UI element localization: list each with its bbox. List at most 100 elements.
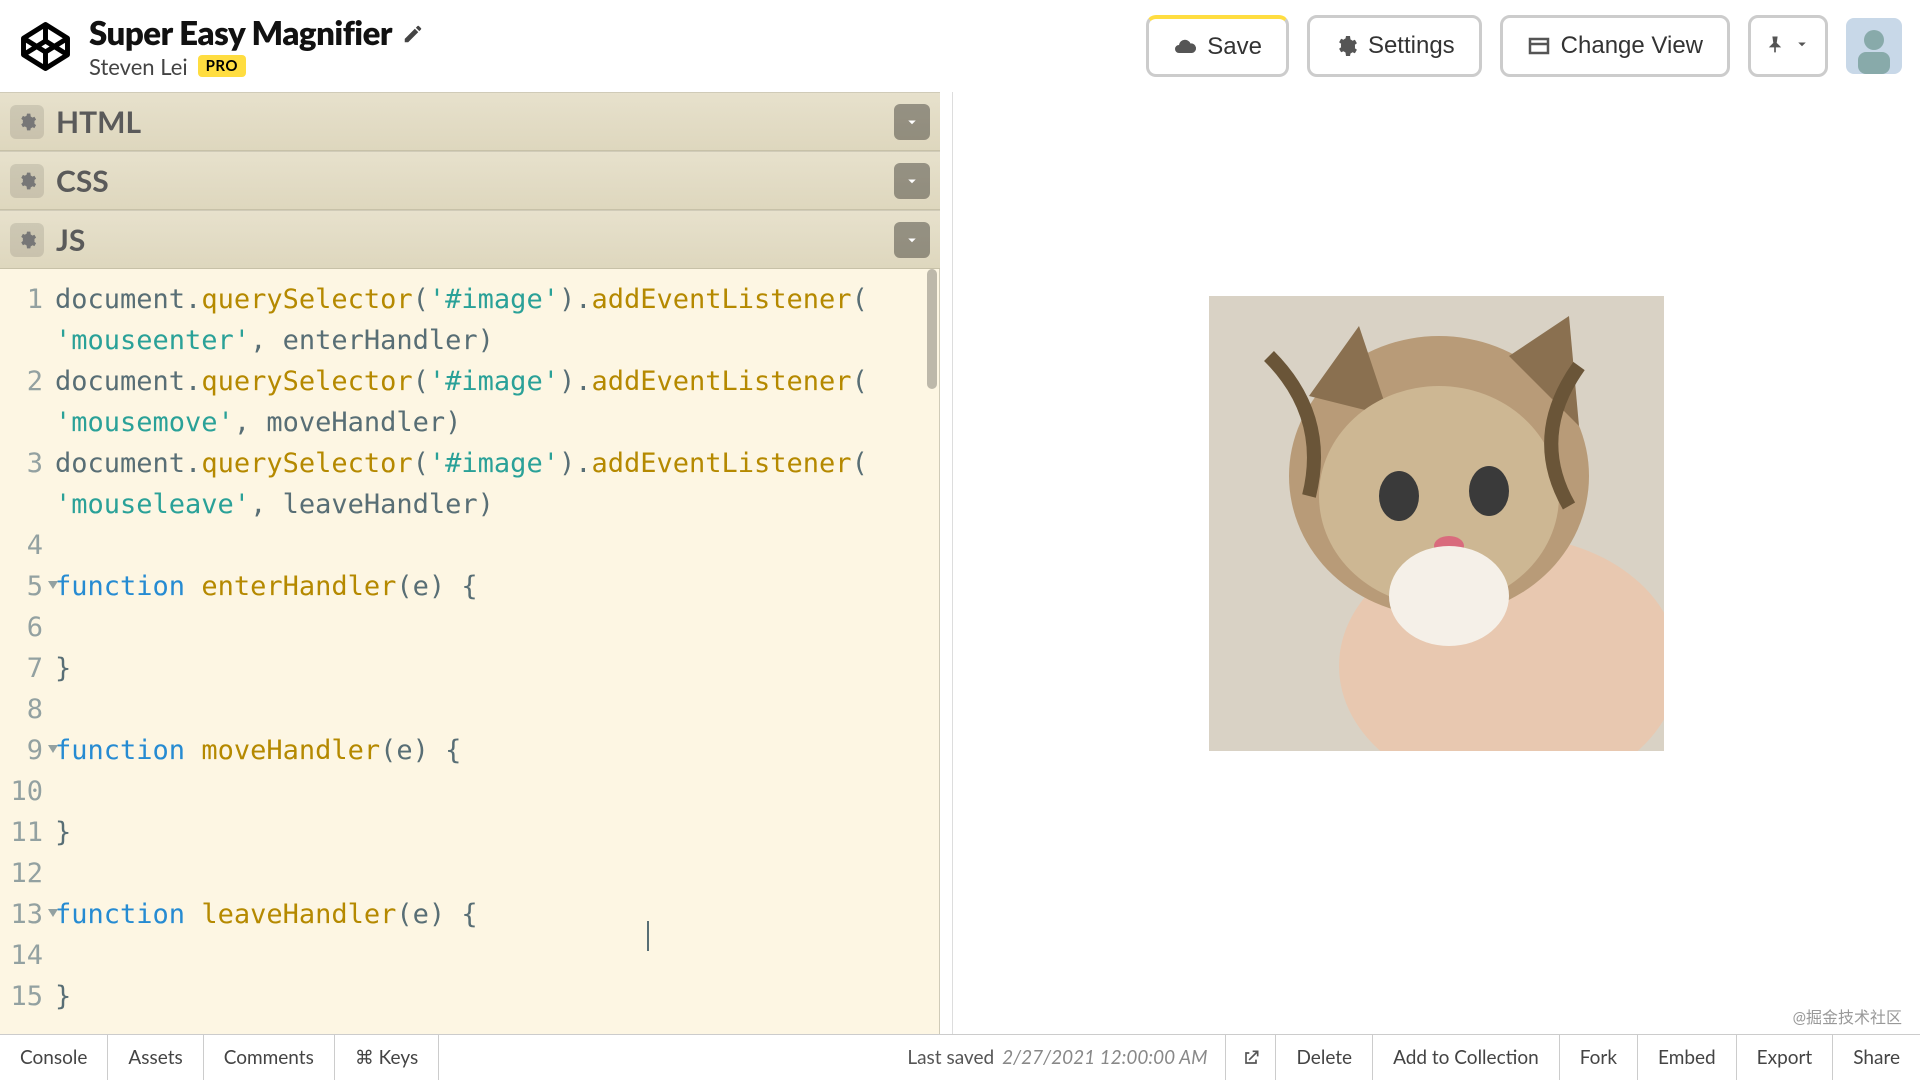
js-settings-icon[interactable] — [10, 223, 44, 257]
footer-bar: Console Assets Comments ⌘ Keys Last save… — [0, 1034, 1920, 1080]
author-name[interactable]: Steven Lei — [89, 53, 188, 80]
html-collapse-icon[interactable] — [894, 104, 930, 140]
code-line[interactable]: 13function leaveHandler(e) { — [0, 894, 939, 935]
html-panel: HTML — [0, 92, 940, 151]
watermark-text: @掘金技术社区 — [1793, 1004, 1902, 1028]
code-text[interactable]: function enterHandler(e) { — [55, 566, 478, 607]
code-text[interactable]: } — [55, 976, 71, 1017]
code-line[interactable]: 'mouseleave', leaveHandler) — [0, 484, 939, 525]
keys-button[interactable]: ⌘ Keys — [335, 1035, 439, 1080]
code-line[interactable]: 11} — [0, 812, 939, 853]
line-number: 4 — [0, 525, 55, 566]
preview-pane[interactable] — [952, 92, 1920, 1034]
code-text[interactable]: document.querySelector('#image').addEven… — [55, 279, 868, 320]
text-cursor — [647, 921, 649, 951]
saved-date: 2/27/2021 12:00:00 AM — [1002, 1046, 1207, 1069]
html-panel-title[interactable]: HTML — [56, 104, 894, 140]
html-settings-icon[interactable] — [10, 105, 44, 139]
settings-label: Settings — [1368, 32, 1455, 60]
js-panel-title[interactable]: JS — [56, 222, 894, 258]
chevron-down-icon — [1793, 35, 1811, 57]
embed-button[interactable]: Embed — [1637, 1035, 1736, 1080]
code-line[interactable]: 'mousemove', moveHandler) — [0, 402, 939, 443]
line-number: 12 — [0, 853, 55, 894]
gear-icon — [1334, 34, 1358, 58]
fold-arrow-icon[interactable] — [48, 909, 58, 917]
code-line[interactable]: 12 — [0, 853, 939, 894]
code-line[interactable]: 2document.querySelector('#image').addEve… — [0, 361, 939, 402]
code-line[interactable]: 9function moveHandler(e) { — [0, 730, 939, 771]
line-number: 9 — [0, 730, 55, 771]
line-number: 13 — [0, 894, 55, 935]
line-number: 11 — [0, 812, 55, 853]
pin-dropdown-button[interactable] — [1748, 15, 1828, 77]
save-label: Save — [1207, 33, 1262, 61]
js-collapse-icon[interactable] — [894, 222, 930, 258]
code-line[interactable]: 5function enterHandler(e) { — [0, 566, 939, 607]
code-line[interactable]: 7} — [0, 648, 939, 689]
line-number: 10 — [0, 771, 55, 812]
export-button[interactable]: Export — [1736, 1035, 1833, 1080]
share-button[interactable]: Share — [1832, 1035, 1920, 1080]
fold-arrow-icon[interactable] — [48, 745, 58, 753]
code-text[interactable]: } — [55, 812, 71, 853]
cloud-icon — [1173, 35, 1197, 59]
js-editor[interactable]: 1document.querySelector('#image').addEve… — [0, 269, 940, 1034]
change-view-button[interactable]: Change View — [1500, 15, 1730, 77]
share-popout-icon[interactable] — [1225, 1035, 1275, 1080]
code-text[interactable]: 'mouseenter', enterHandler) — [55, 320, 494, 361]
code-text[interactable]: 'mousemove', moveHandler) — [55, 402, 461, 443]
comments-button[interactable]: Comments — [204, 1035, 335, 1080]
line-number: 15 — [0, 976, 55, 1017]
pen-title[interactable]: Super Easy Magnifier — [89, 13, 1146, 53]
line-number: 8 — [0, 689, 55, 730]
code-text[interactable]: 'mouseleave', leaveHandler) — [55, 484, 494, 525]
css-panel: CSS — [0, 151, 940, 210]
fork-button[interactable]: Fork — [1559, 1035, 1637, 1080]
code-text[interactable]: document.querySelector('#image').addEven… — [55, 361, 868, 402]
last-saved-text: Last saved 2/27/2021 12:00:00 AM — [889, 1035, 1225, 1080]
line-number: 1 — [0, 279, 55, 320]
line-number: 2 — [0, 361, 55, 402]
line-number: 7 — [0, 648, 55, 689]
scrollbar-thumb[interactable] — [927, 269, 937, 389]
layout-icon — [1527, 34, 1551, 58]
save-button[interactable]: Save — [1146, 15, 1289, 77]
css-collapse-icon[interactable] — [894, 163, 930, 199]
settings-button[interactable]: Settings — [1307, 15, 1482, 77]
code-line[interactable]: 15} — [0, 976, 939, 1017]
line-number: 3 — [0, 443, 55, 484]
line-number: 14 — [0, 935, 55, 976]
code-text[interactable]: function moveHandler(e) { — [55, 730, 461, 771]
edit-icon[interactable] — [402, 13, 424, 53]
pin-icon — [1765, 32, 1785, 60]
pen-title-text: Super Easy Magnifier — [89, 13, 392, 53]
line-number: 5 — [0, 566, 55, 607]
preview-image[interactable] — [1209, 296, 1664, 751]
saved-label: Last saved — [907, 1046, 994, 1069]
code-line[interactable]: 8 — [0, 689, 939, 730]
css-panel-title[interactable]: CSS — [56, 163, 894, 199]
pro-badge: PRO — [198, 55, 246, 77]
assets-button[interactable]: Assets — [108, 1035, 203, 1080]
console-button[interactable]: Console — [0, 1035, 108, 1080]
add-to-collection-button[interactable]: Add to Collection — [1372, 1035, 1559, 1080]
delete-button[interactable]: Delete — [1275, 1035, 1372, 1080]
user-avatar[interactable] — [1846, 18, 1902, 74]
change-view-label: Change View — [1561, 32, 1703, 60]
code-text[interactable]: function leaveHandler(e) { — [55, 894, 478, 935]
code-line[interactable]: 'mouseenter', enterHandler) — [0, 320, 939, 361]
line-number: 6 — [0, 607, 55, 648]
codepen-logo[interactable] — [18, 19, 73, 74]
code-text[interactable]: } — [55, 648, 71, 689]
code-line[interactable]: 4 — [0, 525, 939, 566]
code-line[interactable]: 10 — [0, 771, 939, 812]
code-line[interactable]: 3document.querySelector('#image').addEve… — [0, 443, 939, 484]
css-settings-icon[interactable] — [10, 164, 44, 198]
js-panel: JS 1document.querySelector('#image').add… — [0, 210, 940, 1034]
code-text[interactable]: document.querySelector('#image').addEven… — [55, 443, 868, 484]
code-line[interactable]: 1document.querySelector('#image').addEve… — [0, 279, 939, 320]
code-line[interactable]: 6 — [0, 607, 939, 648]
fold-arrow-icon[interactable] — [48, 581, 58, 589]
code-line[interactable]: 14 — [0, 935, 939, 976]
